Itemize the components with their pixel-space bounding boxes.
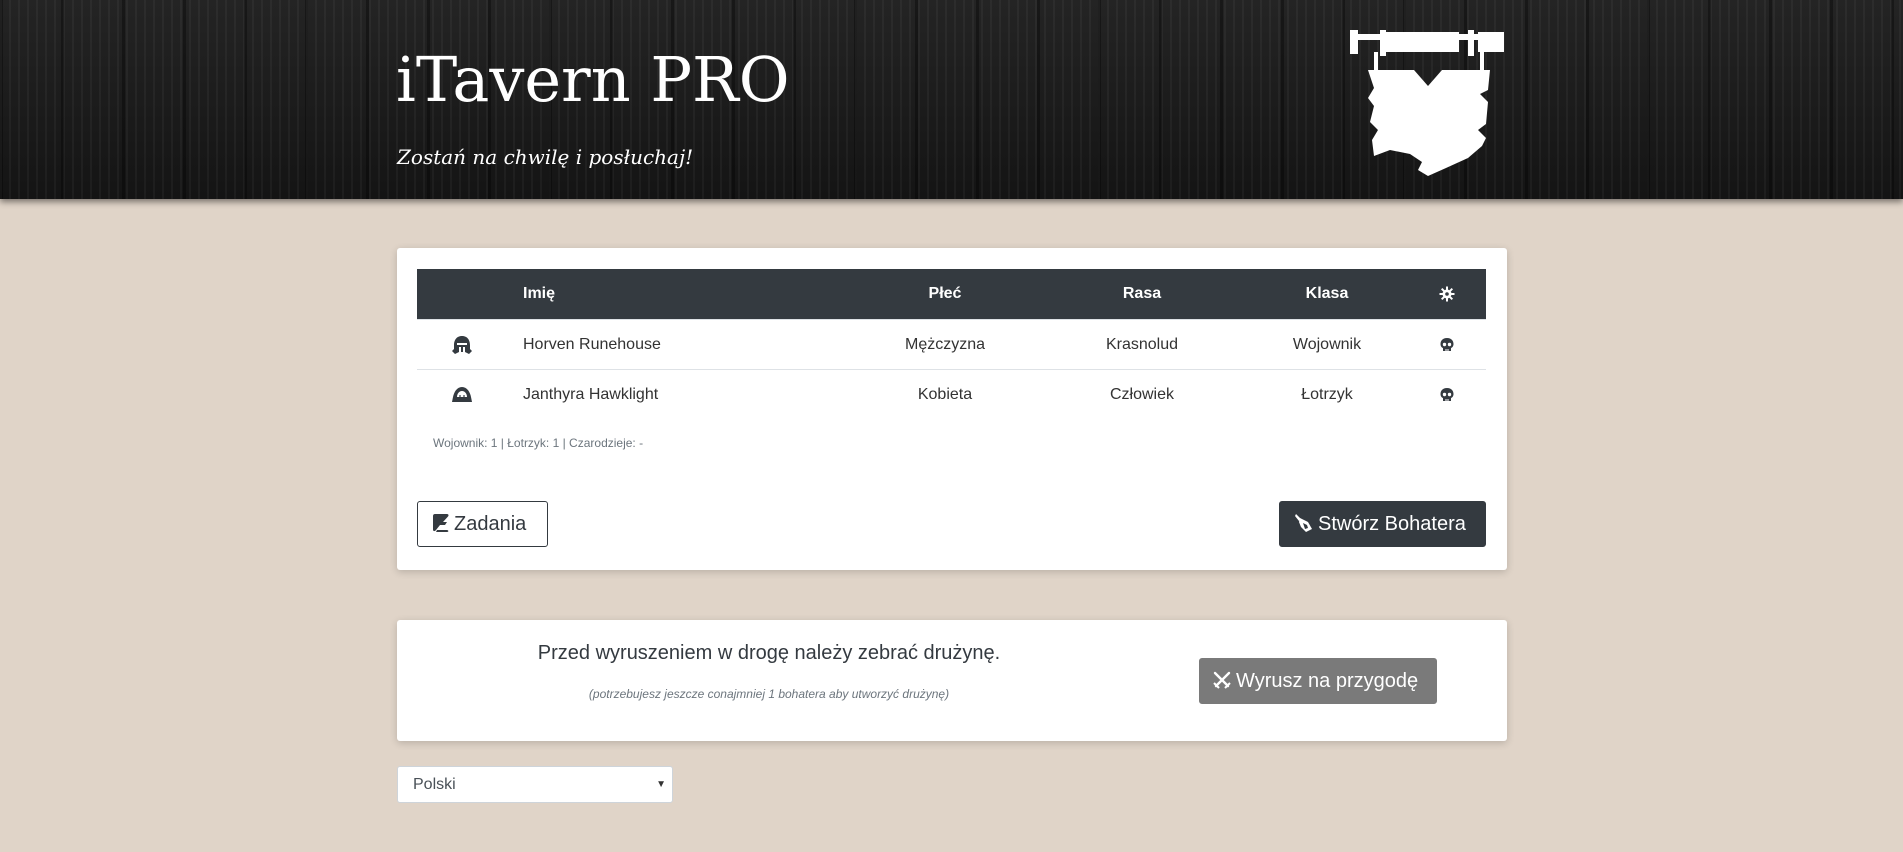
hood-icon <box>437 370 487 420</box>
heroes-card: Imię Płeć Rasa Klasa Horven Runehouse Mę… <box>397 248 1507 570</box>
table-header: Imię Płeć Rasa Klasa <box>417 269 1486 319</box>
column-race: Rasa <box>1122 285 1162 302</box>
adventure-label: Wyrusz na przygodę <box>1236 670 1419 692</box>
quill-hand-icon <box>1295 514 1312 532</box>
hero-race: Krasnolud <box>1105 336 1179 353</box>
hero-sex: Mężczyzna <box>904 336 986 353</box>
class-counts: Wojownik: 1 | Łotrzyk: 1 | Czarodzieje: … <box>433 436 644 450</box>
hero-name: Horven Runehouse <box>523 336 661 353</box>
skull-icon[interactable] <box>1427 320 1467 370</box>
table-row: Horven Runehouse Mężczyzna Krasnolud Woj… <box>417 319 1486 370</box>
table-row: Janthyra Hawklight Kobieta Człowiek Łotr… <box>417 369 1486 420</box>
crossed-swords-icon <box>1213 671 1231 689</box>
helmet-icon <box>437 320 487 370</box>
quests-button[interactable]: Zadania <box>417 501 548 547</box>
start-adventure-button[interactable]: Wyrusz na przygodę <box>1199 658 1437 704</box>
party-note: (potrzebujesz jeszcze conajmniej 1 bohat… <box>588 687 950 701</box>
hero-class: Łotrzyk <box>1301 386 1353 403</box>
create-hero-button[interactable]: Stwórz Bohatera <box>1279 501 1486 547</box>
hero-race: Człowiek <box>1109 386 1174 403</box>
language-select[interactable]: Polski ▼ <box>397 766 673 803</box>
app-title: iTavern PRO <box>396 43 790 116</box>
column-sex: Płeć <box>928 285 962 302</box>
hero-name: Janthyra Hawklight <box>523 386 659 403</box>
scroll-icon <box>433 514 449 532</box>
header: iTavern PRO Zostań na chwilę i posłuchaj… <box>0 0 1903 199</box>
column-name: Imię <box>523 285 556 302</box>
quests-label: Zadania <box>454 513 527 535</box>
app-subtitle: Zostań na chwilę i posłuchaj! <box>397 145 694 169</box>
create-hero-label: Stwórz Bohatera <box>1318 513 1466 535</box>
hero-sex: Kobieta <box>917 386 973 403</box>
party-message: Przed wyruszeniem w drogę należy zebrać … <box>537 642 1001 664</box>
chevron-down-icon: ▼ <box>656 779 666 790</box>
language-selected: Polski <box>413 776 456 793</box>
column-class: Klasa <box>1305 285 1349 302</box>
tavern-sign-icon <box>1350 30 1504 176</box>
party-card: Przed wyruszeniem w drogę należy zebrać … <box>397 620 1507 741</box>
gear-icon[interactable] <box>1427 269 1467 319</box>
skull-icon[interactable] <box>1427 370 1467 420</box>
hero-class: Wojownik <box>1292 336 1362 353</box>
